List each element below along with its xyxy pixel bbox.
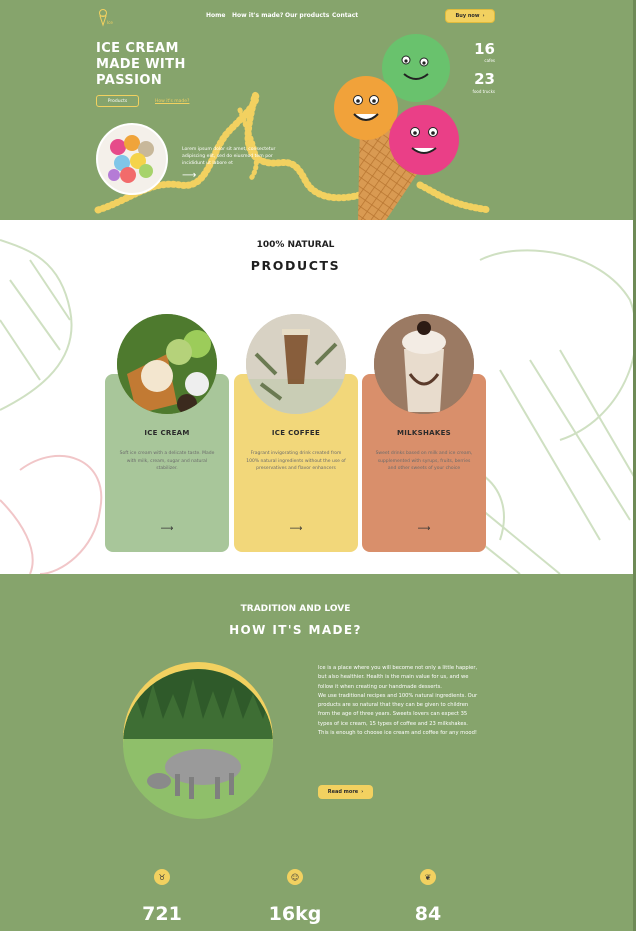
milkshake-photo (374, 314, 474, 414)
card-description: Fragrant invigorating drink created from… (246, 451, 346, 471)
chevron-right-icon: › (482, 13, 485, 19)
how-eyebrow: TRADITION AND LOVE (240, 604, 351, 614)
milkshake-photo-image (374, 314, 474, 414)
hero-title-line1: ICE CREAM (96, 41, 179, 56)
buy-now-label: Buy now (455, 13, 480, 19)
stat-trucks-label: food trucks (472, 89, 495, 94)
nav-link-home[interactable]: Home (206, 12, 225, 19)
how-paragraph-2: We use traditional recipes and 100% natu… (318, 692, 478, 727)
how-paragraph-1: Ice is a place where you will become not… (318, 665, 478, 690)
ice-cream-scoops-thumbnail (96, 123, 168, 195)
hero-blurb: Lorem ipsum dolor sit amet, consectetur … (182, 147, 276, 166)
ice-cream-cone-illustration (334, 34, 459, 220)
chevron-right-icon: › (361, 789, 364, 795)
hero-title-line3: PASSION (96, 73, 163, 88)
how-description: Ice is a place where you will become not… (318, 664, 478, 738)
card-arrow-icon[interactable]: ⟶ (362, 524, 486, 534)
products-button[interactable]: Products (96, 95, 139, 107)
ice-cream-photo (117, 314, 217, 414)
card-arrow-icon[interactable]: ⟶ (105, 524, 229, 534)
card-title: ICE CREAM (144, 429, 190, 437)
read-more-label: Read more (327, 789, 359, 795)
stat-value-3: 84 (414, 903, 442, 925)
ice-coffee-photo (246, 314, 346, 414)
how-heading: HOW IT'S MADE? (229, 623, 362, 637)
stat-value-1: 721 (142, 903, 182, 925)
smile-face-icon: ☺ (287, 869, 303, 885)
logo[interactable]: Ice (97, 8, 117, 28)
ice-coffee-photo-image (246, 314, 346, 414)
leaf-icon: ❦ (420, 869, 436, 885)
read-more-button[interactable]: Read more › (318, 785, 373, 799)
cow-photo (123, 669, 273, 819)
card-title: MILKSHAKES (396, 429, 452, 437)
products-eyebrow: 100% NATURAL (256, 240, 335, 250)
stat-value-2: 16kg (268, 903, 322, 925)
stat-cafes-value: 16 (474, 40, 495, 58)
hero-arrow-icon[interactable]: ⟶ (182, 170, 196, 181)
buy-now-button[interactable]: Buy now › (445, 9, 495, 23)
card-description: Sweet drinks based on milk and ice cream… (375, 451, 473, 471)
products-heading: PRODUCTS (250, 258, 341, 273)
hero-title-line2: MADE WITH (96, 57, 186, 72)
nav-link-contact[interactable]: Contact (332, 12, 358, 19)
ice-cream-logo-icon (99, 9, 107, 27)
stat-trucks-value: 23 (474, 70, 495, 88)
how-paragraph-3: This is enough to choose ice cream and c… (318, 730, 477, 737)
cow-photo-image (123, 669, 273, 819)
how-section: TRADITION AND LOVE HOW IT'S MADE? Ice is… (0, 574, 636, 931)
scoops-image (108, 135, 154, 183)
nav-link-how[interactable]: How it's made? (232, 12, 283, 19)
hero-title: ICE CREAM MADE WITH PASSION (96, 41, 186, 89)
how-its-made-link[interactable]: How it's made? (155, 99, 189, 104)
hero-section: Ice Home How it's made? Our products Con… (0, 0, 636, 220)
card-arrow-icon[interactable]: ⟶ (234, 524, 358, 534)
nav-link-products[interactable]: Our products (285, 12, 329, 19)
ice-cream-photo-image (117, 314, 217, 414)
cow-icon: ♉ (154, 869, 170, 885)
card-description: Soft ice cream with a delicate taste. Ma… (119, 451, 215, 471)
products-button-label: Products (107, 98, 128, 104)
logo-text: Ice (107, 20, 113, 25)
stat-cafes-label: cafes (484, 58, 495, 63)
card-title: ICE COFFEE (271, 429, 321, 437)
